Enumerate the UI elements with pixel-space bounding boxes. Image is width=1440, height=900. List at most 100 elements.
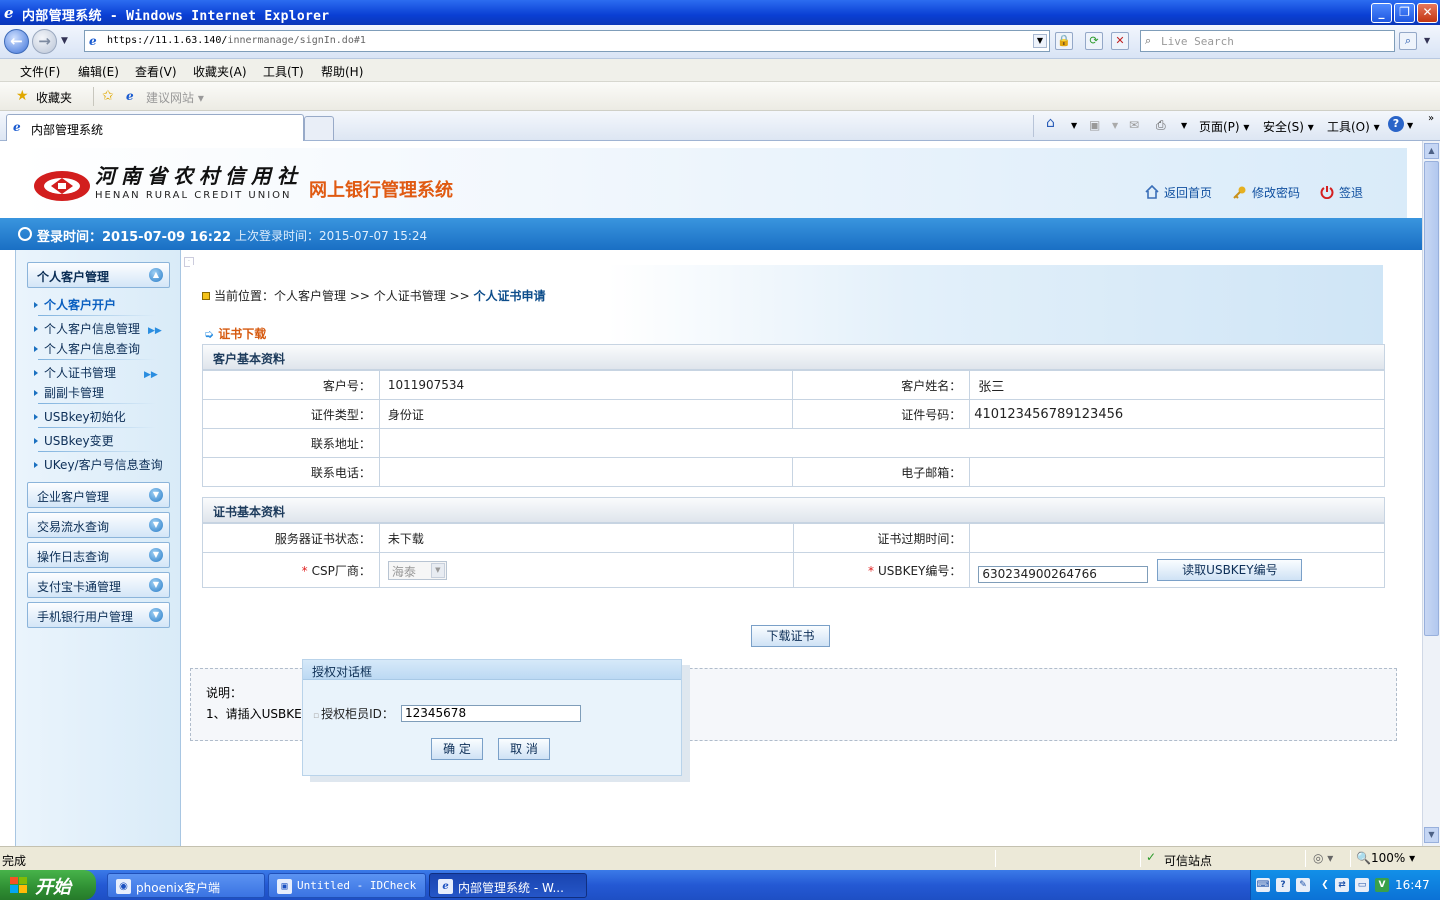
help-tray-icon[interactable]: ? (1276, 878, 1290, 892)
menu-file[interactable]: 文件(F) (20, 63, 60, 80)
menu-edit[interactable]: 编辑(E) (78, 63, 119, 80)
page-scrollbar[interactable]: ▲ ▼ (1422, 141, 1440, 846)
tab-bar: e 内部管理系统 ⌂ ▼ ▣ ▼ ✉ ⎙ ▼ 页面(P) ▾ 安全(S) ▾ 工… (0, 111, 1440, 141)
menu-view[interactable]: 查看(V) (135, 63, 177, 80)
start-button[interactable]: 开始 (0, 870, 96, 900)
favorites-button[interactable]: 收藏夹 (36, 89, 72, 106)
auth-dialog-header: 授权对话框 (303, 660, 681, 680)
download-cert-button[interactable]: 下载证书 (751, 625, 830, 647)
lock-icon[interactable]: 🔒 (1055, 32, 1073, 50)
table-row: 证件类型： 身份证 证件号码： 410123456789123456 (202, 399, 1385, 429)
page-menu[interactable]: 页面(P) ▾ (1199, 118, 1249, 135)
menu-tools[interactable]: 工具(T) (263, 63, 304, 80)
print-dropdown-icon[interactable]: ▼ (1181, 121, 1187, 130)
logout-link[interactable]: 签退 (1320, 184, 1363, 201)
history-dropdown-icon[interactable]: ▼ (61, 36, 68, 46)
sidebar: 个人客户管理 ▲ 个人客户开户 个人客户信息管理 ▶▶ 个人客户信息查询 个人证书… (15, 250, 181, 846)
new-tab-button[interactable] (304, 116, 334, 140)
add-favorite-icon[interactable]: ✩ (102, 88, 114, 104)
sidebar-group-label: 企业客户管理 (37, 490, 110, 504)
breadcrumb: 当前位置：个人客户管理 >> 个人证书管理 >> 个人证书申请 (202, 287, 546, 304)
sidebar-item-personal-open[interactable]: 个人客户开户 (34, 296, 116, 313)
csp-select[interactable]: 海泰 ▼ (387, 560, 447, 580)
usbkey-input[interactable]: 630234900264766 (978, 566, 1149, 583)
url-dropdown-icon[interactable]: ▼ (1033, 34, 1047, 48)
teller-id-input[interactable]: 12345678 (401, 705, 581, 722)
bullet-icon (34, 302, 38, 308)
sidebar-group-oplog[interactable]: 操作日志查询 ▼ (27, 542, 170, 568)
help-icon[interactable]: ? (1388, 116, 1404, 132)
chevron-down-icon: ▼ (149, 488, 163, 502)
sidebar-group-personal[interactable]: 个人客户管理 ▲ (27, 262, 170, 288)
suggested-sites-link[interactable]: 建议网站 ▾ (146, 89, 204, 106)
table-row: 客户号： 1011907534 客户姓名： 张三 (202, 370, 1385, 400)
cancel-button[interactable]: 取 消 (498, 738, 550, 760)
tab-title: 内部管理系统 (31, 123, 104, 137)
task-idcheck[interactable]: ▣ Untitled - IDCheck (268, 873, 426, 898)
search-input[interactable]: ⌕ Live Search (1140, 30, 1395, 52)
scroll-up-icon[interactable]: ▲ (1424, 143, 1439, 159)
sidebar-item-personal-cert[interactable]: 个人证书管理 ▶▶ (34, 364, 158, 381)
system-title: 网上银行管理系统 (309, 180, 453, 201)
home-link[interactable]: 返回首页 (1145, 184, 1212, 201)
read-usbkey-button[interactable]: 读取USBKEY编号 (1157, 559, 1303, 581)
antivirus-icon[interactable]: V (1375, 878, 1389, 892)
sidebar-item-usbkey-change[interactable]: USBkey变更 (34, 432, 114, 449)
keyboard-icon[interactable]: ⌨ (1256, 878, 1270, 892)
safety-menu[interactable]: 安全(S) ▾ (1263, 118, 1314, 135)
tools-menu[interactable]: 工具(O) ▾ (1327, 118, 1380, 135)
sidebar-group-enterprise[interactable]: 企业客户管理 ▼ (27, 482, 170, 508)
minimize-button[interactable]: _ (1371, 3, 1392, 23)
pen-icon[interactable]: ✎ (1296, 878, 1310, 892)
sidebar-item-ukey-query[interactable]: UKey/客户号信息查询 (34, 456, 163, 473)
print-icon[interactable]: ⎙ (1156, 118, 1166, 133)
customer-no-label: 客户号： (202, 370, 380, 400)
scroll-down-icon[interactable]: ▼ (1424, 827, 1439, 843)
search-go-icon[interactable]: ⌕ (1399, 32, 1417, 50)
tray-expand-icon[interactable]: ❮ (1318, 878, 1332, 892)
task-ie[interactable]: e 内部管理系统 - W... (429, 873, 587, 898)
refresh-icon[interactable]: ⟳ (1085, 32, 1103, 50)
change-password-link[interactable]: 修改密码 (1233, 184, 1300, 201)
sidebar-item-usbkey-init[interactable]: USBkey初始化 (34, 408, 126, 425)
scroll-thumb[interactable] (1424, 161, 1439, 636)
menu-help[interactable]: 帮助(H) (321, 63, 363, 80)
help-dropdown-icon[interactable]: ▼ (1407, 121, 1413, 130)
sidebar-item-sub-card[interactable]: 副副卡管理 (34, 384, 104, 401)
close-button[interactable]: ✕ (1417, 3, 1438, 23)
home-dropdown-icon[interactable]: ▼ (1071, 121, 1077, 130)
sidebar-item-personal-info-query[interactable]: 个人客户信息查询 (34, 340, 140, 357)
sidebar-group-alipay[interactable]: 支付宝卡通管理 ▼ (27, 572, 170, 598)
display-icon[interactable]: ▭ (1355, 878, 1369, 892)
sidebar-item-personal-info-manage[interactable]: 个人客户信息管理 ▶▶ (34, 320, 162, 337)
task-phoenix[interactable]: ◉ phoenix客户端 (107, 873, 265, 898)
sidebar-group-label: 个人客户管理 (37, 270, 110, 284)
cmdbar-overflow-icon[interactable]: » (1428, 113, 1434, 124)
feeds-dropdown-icon[interactable]: ▼ (1112, 121, 1118, 130)
sidebar-group-transactions[interactable]: 交易流水查询 ▼ (27, 512, 170, 538)
security-zone: 可信站点 (1164, 854, 1213, 868)
mail-icon[interactable]: ✉ (1129, 118, 1139, 132)
bank-name-en: HENAN RURAL CREDIT UNION (95, 190, 292, 201)
bullet-icon (34, 390, 38, 396)
menu-favorites[interactable]: 收藏夹(A) (193, 63, 247, 80)
back-button[interactable]: ← (4, 29, 29, 54)
maximize-button[interactable]: ❐ (1394, 3, 1415, 23)
tab-active[interactable]: e 内部管理系统 (6, 114, 304, 141)
feeds-icon[interactable]: ▣ (1089, 118, 1100, 132)
home-icon[interactable]: ⌂ (1046, 115, 1055, 131)
confirm-button[interactable]: 确 定 (431, 738, 483, 760)
protected-mode-icon[interactable]: ◎ ▾ (1313, 851, 1333, 865)
sidebar-group-mobile[interactable]: 手机银行用户管理 ▼ (27, 602, 170, 628)
sidebar-divider (38, 315, 156, 316)
address-bar[interactable]: e https://11.1.63.140/innermanage/signIn… (84, 30, 1050, 52)
stop-icon[interactable]: ✕ (1111, 32, 1129, 50)
network-icon[interactable]: ⇄ (1335, 878, 1349, 892)
chevron-down-icon: ▼ (149, 608, 163, 622)
search-options-icon[interactable]: ▼ (1424, 36, 1430, 45)
chevron-down-icon: ▼ (430, 562, 445, 578)
status-divider (1350, 850, 1351, 867)
zoom-level[interactable]: 🔍100% ▾ (1356, 851, 1415, 865)
forward-button[interactable]: → (32, 29, 57, 54)
site-banner: 河南省农村信用社 HENAN RURAL CREDIT UNION 网上银行管理… (15, 148, 1407, 218)
